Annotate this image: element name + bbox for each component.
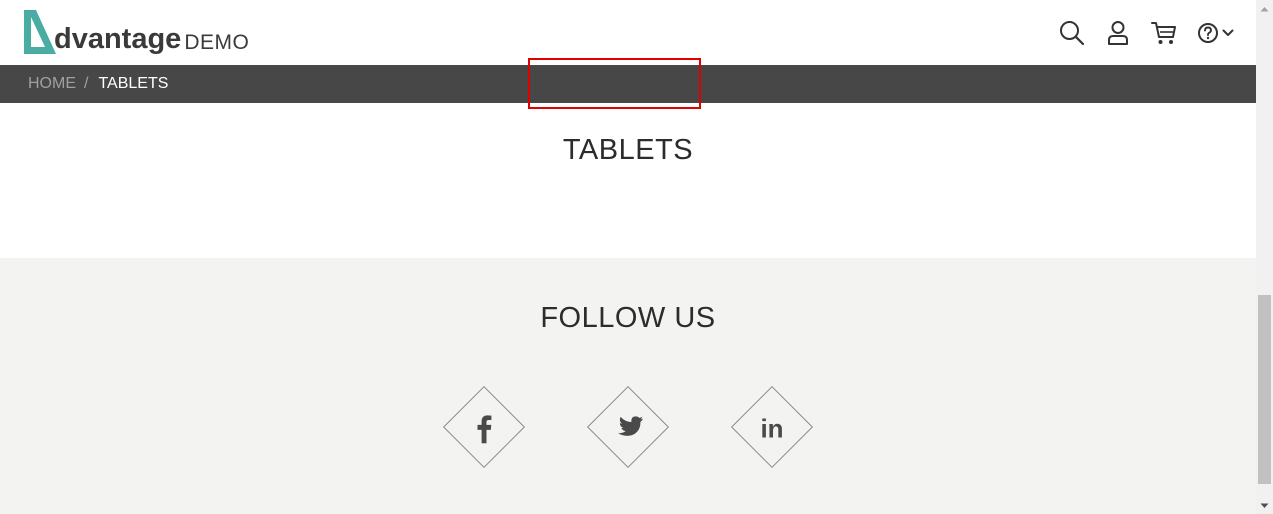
help-icon[interactable]	[1197, 22, 1219, 44]
header: dvantage DEMO	[0, 0, 1256, 65]
linkedin-button[interactable]: in	[730, 385, 814, 469]
facebook-icon	[477, 415, 492, 444]
highlight-box	[528, 58, 701, 109]
content-area: dvantage DEMO HOME / TABLETS TABLETS FOL…	[0, 0, 1256, 514]
breadcrumb-home-link[interactable]: HOME	[28, 75, 76, 93]
facebook-button[interactable]	[442, 385, 526, 469]
cart-icon[interactable]	[1151, 20, 1177, 46]
linkedin-icon: in	[760, 412, 784, 443]
scrollbar-thumb[interactable]	[1258, 295, 1271, 484]
logo[interactable]: dvantage DEMO	[22, 8, 249, 56]
header-icons	[1059, 18, 1234, 48]
scrollbar[interactable]	[1256, 0, 1273, 514]
follow-us-heading: FOLLOW US	[540, 302, 716, 334]
footer: FOLLOW US in	[0, 258, 1256, 514]
chevron-down-icon[interactable]	[1222, 28, 1234, 38]
logo-word: dvantage	[54, 23, 182, 55]
search-icon[interactable]	[1059, 20, 1085, 46]
page-title: TABLETS	[562, 134, 694, 166]
twitter-button[interactable]	[586, 385, 670, 469]
page: dvantage DEMO HOME / TABLETS TABLETS FOL…	[0, 0, 1273, 514]
scroll-up-arrow-icon[interactable]	[1256, 0, 1273, 17]
breadcrumb-current: TABLETS	[98, 75, 169, 92]
logo-demo-label: DEMO	[184, 31, 250, 54]
breadcrumb-separator: /	[84, 75, 89, 92]
logo-mark-icon	[24, 10, 56, 54]
scroll-down-arrow-icon[interactable]	[1256, 497, 1273, 514]
twitter-icon	[618, 416, 643, 436]
user-icon[interactable]	[1107, 20, 1129, 46]
